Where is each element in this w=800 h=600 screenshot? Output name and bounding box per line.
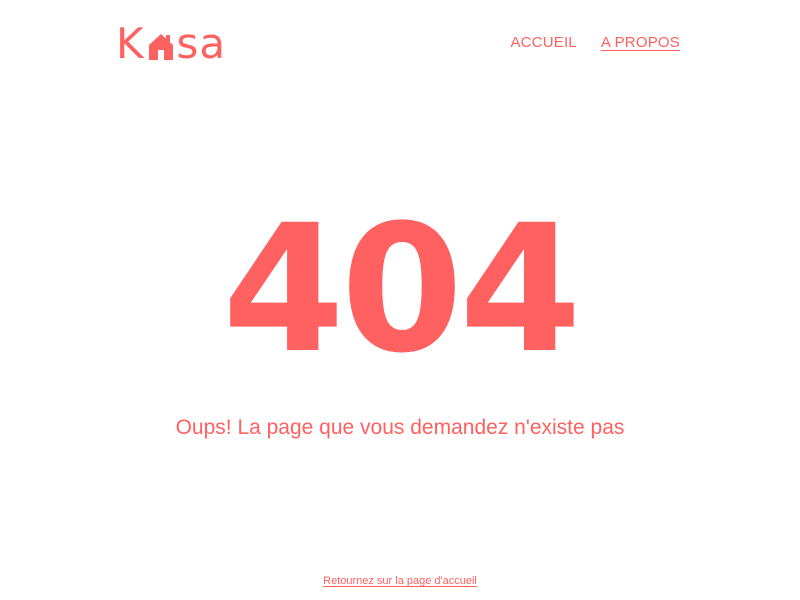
error-code: 404 [222, 187, 581, 392]
main-nav: ACCUEIL A PROPOS [510, 34, 680, 52]
nav-link-about[interactable]: A PROPOS [601, 34, 680, 52]
logo-letters-sa: sa [176, 19, 227, 68]
back-link-container: Retournez sur la page d'accueil [0, 574, 800, 588]
logo-letter-k: K [116, 19, 145, 68]
back-home-link[interactable]: Retournez sur la page d'accueil [323, 575, 477, 587]
error-message: Oups! La page que vous demandez n'existe… [175, 416, 625, 439]
nav-link-home[interactable]: ACCUEIL [510, 34, 576, 52]
logo-link[interactable]: K sa [116, 22, 246, 66]
not-found-page: K sa ACCUEIL A PROPOS 404 Oups! La page … [0, 0, 800, 600]
house-icon [147, 31, 175, 61]
site-header: K sa ACCUEIL A PROPOS [0, 0, 800, 90]
